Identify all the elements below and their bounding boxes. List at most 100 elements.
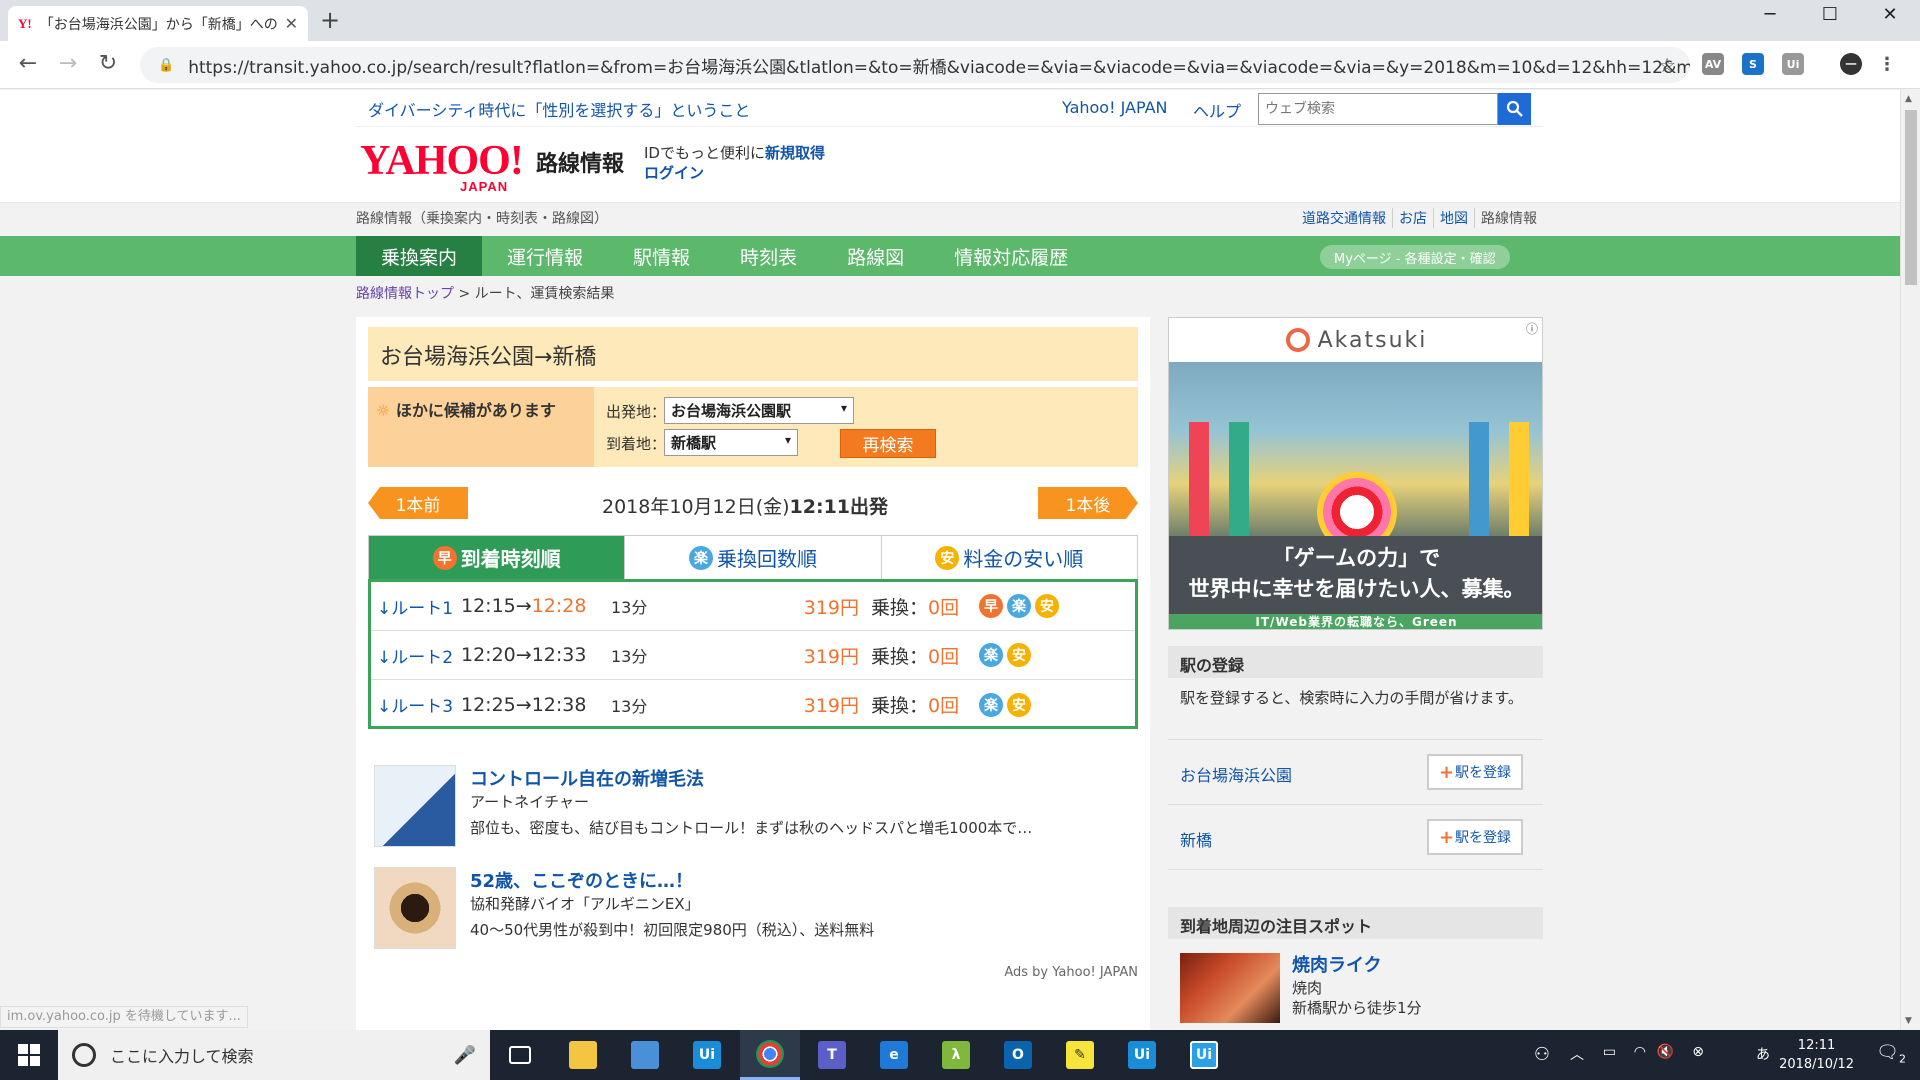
tab-route-map[interactable]: 路線図 (822, 236, 929, 276)
route-link[interactable]: ↓ルート3 (371, 692, 461, 717)
taskbar-search-placeholder: ここに入力して検索 (110, 1047, 254, 1066)
lambda-app-icon[interactable]: λ (926, 1030, 986, 1080)
tab-sort-transfers[interactable]: 楽 乗換回数順 (624, 536, 881, 579)
ad-thumbnail[interactable] (374, 765, 456, 847)
route-row[interactable]: ↓ルート2 12:20→12:33 13分 319円 乗換：0回 楽 安 (371, 631, 1135, 680)
ime-icon[interactable]: ⊗ (1692, 1044, 1704, 1060)
close-tab-icon[interactable]: ✕ (285, 14, 298, 33)
shop-link[interactable]: お店 (1392, 208, 1433, 228)
uipath-icon[interactable]: Ui (677, 1030, 737, 1080)
banner-ad[interactable]: Akatsuki 「ゲームの力」で 世界中に幸せを届けたい人、募集。 IT/We… (1168, 317, 1543, 630)
wifi-icon[interactable]: ◠ (1634, 1044, 1646, 1060)
search-button[interactable] (1498, 93, 1531, 125)
breadcrumb-top-link[interactable]: 路線情報トップ (356, 286, 454, 302)
ads-by-label[interactable]: Ads by Yahoo! JAPAN (1004, 965, 1138, 980)
route-list: ↓ルート1 12:15→12:28 13分 319円 乗換：0回 早 楽 安 ↓… (368, 579, 1138, 729)
s-extension-icon[interactable]: S (1742, 53, 1764, 75)
news-link[interactable]: ダイバーシティ時代に「性別を選択する」ということ (368, 97, 750, 121)
route-row[interactable]: ↓ルート1 12:15→12:28 13分 319円 乗換：0回 早 楽 安 (371, 582, 1135, 631)
task-view-icon[interactable] (490, 1030, 550, 1080)
spot-image[interactable] (1180, 953, 1280, 1023)
people-icon[interactable]: ⚇ (1534, 1044, 1550, 1065)
back-icon[interactable]: ← (12, 51, 44, 76)
register-station-button[interactable]: + 駅を登録 (1427, 819, 1523, 855)
uipath-extension-icon[interactable]: Ui (1782, 53, 1804, 75)
menu-icon[interactable]: ⋮ (1876, 53, 1898, 75)
chevron-up-icon[interactable]: ︿ (1570, 1044, 1584, 1064)
uipath-robot-icon[interactable]: Ui (1174, 1030, 1234, 1080)
yahoo-favicon-icon: Y! (18, 15, 32, 31)
profile-avatar[interactable]: 一 (1840, 53, 1862, 75)
tab-station[interactable]: 駅情報 (608, 236, 715, 276)
to-select[interactable]: 新橋駅 (664, 429, 798, 456)
teams-icon[interactable]: T (802, 1030, 862, 1080)
reload-icon[interactable]: ↻ (92, 51, 124, 76)
close-window-icon[interactable]: ✕ (1860, 4, 1920, 25)
transit-link[interactable]: 路線情報 (1474, 208, 1543, 228)
spot-item[interactable]: 焼肉ライク 焼肉 新橋駅から徒歩1分 (1168, 939, 1543, 1029)
avg-extension-icon[interactable]: AV (1702, 53, 1724, 75)
scrollbar-thumb[interactable] (1905, 110, 1917, 285)
ad-info-icon[interactable]: ⓘ (1526, 320, 1538, 337)
ad-thumbnail[interactable] (374, 867, 456, 949)
microphone-icon[interactable]: 🎤 (454, 1045, 476, 1066)
url-field[interactable]: 🔒 https://transit.yahoo.co.jp/search/res… (140, 47, 1690, 83)
login-link[interactable]: ログイン (644, 162, 704, 183)
battery-icon[interactable]: ▭ (1603, 1044, 1616, 1060)
notification-center-icon[interactable]: 🗨2 (1876, 1042, 1906, 1066)
prev-train-button[interactable]: 1本前 (368, 487, 468, 519)
input-method-icon[interactable]: あ (1756, 1044, 1770, 1064)
yahoo-japan-link[interactable]: Yahoo! JAPAN (1062, 98, 1168, 117)
from-select[interactable]: お台場海浜公園駅 (664, 397, 854, 424)
volume-mute-icon[interactable]: 🔇 (1657, 1044, 1674, 1060)
tab-history[interactable]: 情報対応履歴 (929, 236, 1093, 276)
help-link[interactable]: ヘルプ (1193, 98, 1241, 122)
new-tab-icon[interactable]: + (320, 6, 340, 34)
tab-timetable[interactable]: 時刻表 (715, 236, 822, 276)
tab-transfer[interactable]: 乗換案内 (356, 236, 483, 276)
ad-title[interactable]: コントロール自在の新増毛法 (470, 765, 704, 791)
bookmark-star-icon[interactable]: ☆ (1658, 53, 1676, 77)
ad-description: 部位も、密度も、結び目もコントロール！まずは秋のヘッドスパと増毛1000本で… (470, 819, 1033, 837)
browser-tab[interactable]: Y! 「お台場海浜公園」から「新橋」への ✕ (8, 6, 308, 41)
lock-icon: 🔒 (158, 57, 175, 73)
sort-fare-label: 料金の安い順 (963, 547, 1084, 571)
remote-desktop-icon[interactable] (615, 1030, 675, 1080)
taskbar-clock[interactable]: 12:11 2018/10/12 (1779, 1036, 1854, 1074)
tab-operation[interactable]: 運行情報 (482, 236, 608, 276)
next-train-button[interactable]: 1本後 (1038, 487, 1138, 519)
page-scrollbar[interactable]: ▲ ▼ (1900, 90, 1920, 1030)
web-search-input[interactable] (1258, 93, 1498, 125)
tab-sort-fare[interactable]: 安 料金の安い順 (880, 536, 1137, 579)
taskbar-search[interactable]: ここに入力して検索 🎤 (58, 1030, 490, 1080)
scroll-down-icon[interactable]: ▼ (1905, 1016, 1912, 1026)
map-link[interactable]: 地図 (1433, 208, 1474, 228)
yahoo-logo[interactable]: YAHOO! JAPAN (360, 140, 524, 193)
route-link[interactable]: ↓ルート2 (371, 643, 461, 668)
station-link[interactable]: お台場海浜公園 (1180, 762, 1292, 786)
mypage-button[interactable]: Myページ - 各種設定・確認 (1320, 245, 1510, 269)
scroll-up-icon[interactable]: ▲ (1905, 94, 1912, 104)
route-row[interactable]: ↓ルート3 12:25→12:38 13分 319円 乗換：0回 楽 安 (371, 680, 1135, 729)
start-button[interactable] (0, 1030, 58, 1080)
ad-item[interactable]: コントロール自在の新増毛法 アートネイチャー 部位も、密度も、結び目もコントロー… (368, 765, 1138, 849)
tab-sort-arrival[interactable]: 早 到着時刻順 (369, 536, 625, 579)
forward-icon[interactable]: → (52, 51, 84, 76)
sticky-notes-icon[interactable]: ✎ (1050, 1030, 1110, 1080)
edge-icon[interactable]: e (864, 1030, 924, 1080)
maximize-icon[interactable]: ☐ (1800, 4, 1860, 25)
station-link[interactable]: 新橋 (1180, 827, 1212, 851)
uipath-studio-icon[interactable]: Ui (1112, 1030, 1172, 1080)
minimize-icon[interactable]: ─ (1740, 4, 1800, 25)
road-traffic-link[interactable]: 道路交通情報 (1296, 208, 1392, 228)
chrome-icon[interactable] (740, 1030, 800, 1080)
outlook-icon[interactable]: O (988, 1030, 1048, 1080)
research-button[interactable]: 再検索 (840, 429, 936, 458)
ad-item[interactable]: 52歳、ここぞのときに…！ 協和発酵バイオ「アルギニンEX」 40～50代男性が… (368, 867, 1138, 951)
signup-link[interactable]: 新規取得 (765, 144, 825, 162)
register-station-button[interactable]: + 駅を登録 (1427, 754, 1523, 790)
file-explorer-icon[interactable] (553, 1030, 613, 1080)
spot-name[interactable]: 焼肉ライク (1292, 951, 1382, 977)
ad-title[interactable]: 52歳、ここぞのときに…！ (470, 867, 693, 893)
route-link[interactable]: ↓ルート1 (371, 594, 461, 619)
